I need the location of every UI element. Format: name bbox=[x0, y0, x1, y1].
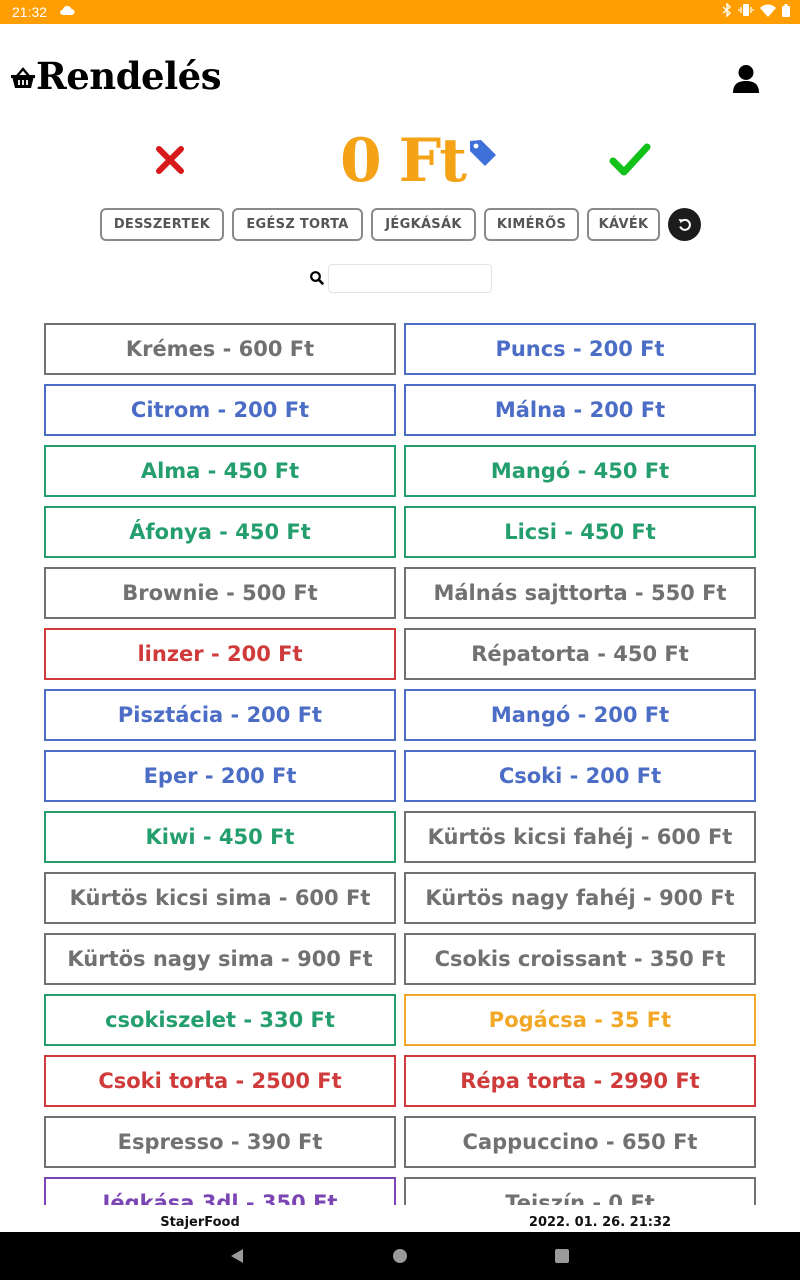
footer-datetime: 2022. 01. 26. 21:32 bbox=[528, 1215, 672, 1230]
product-button[interactable]: Tejszín - 0 Ft bbox=[404, 1177, 756, 1205]
order-total: 0 Ft bbox=[340, 126, 467, 196]
footer-brand: StajerFood bbox=[160, 1215, 240, 1230]
product-button[interactable]: Csoki - 200 Ft bbox=[404, 750, 756, 802]
product-button[interactable]: Pisztácia - 200 Ft bbox=[44, 689, 396, 741]
battery-icon bbox=[782, 3, 790, 17]
category-jegkasak[interactable]: JÉGKÁSÁK bbox=[371, 208, 476, 241]
category-egesz-torta[interactable]: EGÉSZ TORTA bbox=[232, 208, 363, 241]
product-button[interactable]: Mangó - 450 Ft bbox=[404, 445, 756, 497]
app-footer: StajerFood 2022. 01. 26. 21:32 bbox=[0, 1206, 800, 1232]
product-button[interactable]: Csokis croissant - 350 Ft bbox=[404, 933, 756, 985]
nav-home-icon[interactable] bbox=[393, 1249, 407, 1263]
reset-filter-button[interactable] bbox=[668, 208, 701, 241]
product-button[interactable]: Citrom - 200 Ft bbox=[44, 384, 396, 436]
system-icons bbox=[722, 3, 790, 17]
product-list: Krémes - 600 Ft Puncs - 200 Ft Citrom - 20… bbox=[44, 323, 756, 1205]
nav-back-icon[interactable] bbox=[229, 1248, 245, 1264]
product-button[interactable]: Répatorta - 450 Ft bbox=[404, 628, 756, 680]
category-kavek[interactable]: KÁVÉK bbox=[587, 208, 660, 241]
product-button[interactable]: Licsi - 450 Ft bbox=[404, 506, 756, 558]
user-icon[interactable] bbox=[732, 64, 760, 94]
category-filters: DESSZERTEK EGÉSZ TORTA JÉGKÁSÁK KIMÉRŐS … bbox=[0, 208, 800, 242]
product-button[interactable]: Eper - 200 Ft bbox=[44, 750, 396, 802]
product-button[interactable]: Málnás sajttorta - 550 Ft bbox=[404, 567, 756, 619]
bluetooth-icon bbox=[722, 3, 732, 17]
product-button[interactable]: Kürtös nagy fahéj - 900 Ft bbox=[404, 872, 756, 924]
category-desszertek[interactable]: DESSZERTEK bbox=[100, 208, 224, 241]
price-tag-icon bbox=[468, 138, 498, 168]
cloud-icon bbox=[59, 4, 75, 19]
product-button[interactable]: Málna - 200 Ft bbox=[404, 384, 756, 436]
refresh-icon bbox=[678, 218, 691, 231]
basket-icon bbox=[10, 66, 36, 90]
nav-recents-icon[interactable] bbox=[555, 1249, 569, 1263]
cancel-order-button[interactable] bbox=[152, 142, 188, 178]
product-button[interactable]: Pogácsa - 35 Ft bbox=[404, 994, 756, 1046]
product-button[interactable]: Csoki torta - 2500 Ft bbox=[44, 1055, 396, 1107]
product-button[interactable]: Jégkása 3dl - 350 Ft bbox=[44, 1177, 396, 1205]
product-button[interactable]: Kürtös kicsi fahéj - 600 Ft bbox=[404, 811, 756, 863]
status-time: 21:32 bbox=[12, 4, 48, 20]
product-button[interactable]: Krémes - 600 Ft bbox=[44, 323, 396, 375]
status-bar: 21:32 bbox=[0, 0, 800, 24]
product-grid: Krémes - 600 Ft Puncs - 200 Ft Citrom - 20… bbox=[44, 323, 756, 1205]
product-button[interactable]: Cappuccino - 650 Ft bbox=[404, 1116, 756, 1168]
product-button[interactable]: Alma - 450 Ft bbox=[44, 445, 396, 497]
page-title: Rendelés bbox=[36, 54, 222, 98]
search-icon bbox=[309, 270, 325, 286]
app-header: Rendelés bbox=[0, 24, 800, 128]
product-button[interactable]: csokiszelet - 330 Ft bbox=[44, 994, 396, 1046]
category-kimeros[interactable]: KIMÉRŐS bbox=[484, 208, 579, 241]
wifi-icon bbox=[760, 4, 776, 17]
product-button[interactable]: Kürtös nagy sima - 900 Ft bbox=[44, 933, 396, 985]
product-button[interactable]: Mangó - 200 Ft bbox=[404, 689, 756, 741]
search-bar bbox=[0, 264, 800, 294]
product-button[interactable]: Kiwi - 450 Ft bbox=[44, 811, 396, 863]
product-button[interactable]: Puncs - 200 Ft bbox=[404, 323, 756, 375]
confirm-order-button[interactable] bbox=[608, 140, 652, 180]
search-input[interactable] bbox=[328, 264, 492, 293]
product-button[interactable]: Kürtös kicsi sima - 600 Ft bbox=[44, 872, 396, 924]
product-button[interactable]: linzer - 200 Ft bbox=[44, 628, 396, 680]
product-button[interactable]: Espresso - 390 Ft bbox=[44, 1116, 396, 1168]
product-button[interactable]: Brownie - 500 Ft bbox=[44, 567, 396, 619]
product-button[interactable]: Áfonya - 450 Ft bbox=[44, 506, 396, 558]
vibrate-icon bbox=[738, 3, 754, 17]
product-button[interactable]: Répa torta - 2990 Ft bbox=[404, 1055, 756, 1107]
order-summary: 0 Ft bbox=[0, 128, 800, 198]
system-nav-bar bbox=[0, 1232, 800, 1280]
